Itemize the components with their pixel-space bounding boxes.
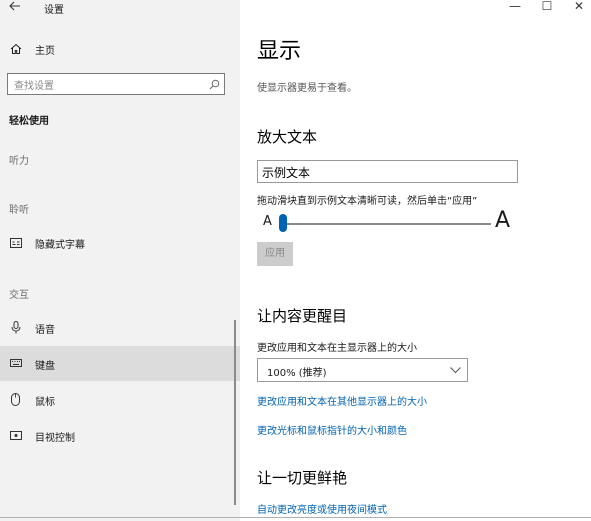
apply-button[interactable]: 应用 <box>257 242 293 266</box>
section-heading-brighter: 让一切更鲜艳 <box>257 469 348 487</box>
search-icon[interactable] <box>208 78 220 90</box>
sidebar-item-eye-control[interactable]: 目视控制 <box>0 425 240 447</box>
sidebar-item-label: 主页 <box>35 46 55 57</box>
sidebar-group-interaction: 交互 <box>9 290 29 301</box>
slider-thumb[interactable] <box>279 214 287 232</box>
section-heading-enlarge-text: 放大文本 <box>257 128 318 146</box>
microphone-icon <box>9 320 22 334</box>
scale-dropdown[interactable]: 100% (推荐) <box>257 358 468 382</box>
section-heading-make-bigger: 让内容更醒目 <box>257 307 348 325</box>
page-description: 使显示器更易于查看。 <box>257 83 357 94</box>
sidebar-group-listening: 聆听 <box>9 205 29 216</box>
search-input[interactable] <box>8 76 199 97</box>
sidebar-item-label: 键盘 <box>35 361 55 372</box>
search-box[interactable] <box>7 73 225 97</box>
main-content: — ☐ ✕ 显示 使显示器更易于查看。 放大文本 示例文本 拖动滑块直到示例文本… <box>240 0 591 521</box>
mouse-icon <box>9 392 22 406</box>
sidebar-item-label: 鼠标 <box>35 397 55 408</box>
window-bottom-border <box>0 517 591 518</box>
sidebar-item-mouse[interactable]: 鼠标 <box>0 389 240 411</box>
maximize-button[interactable]: ☐ <box>532 0 562 14</box>
window-title: 设置 <box>44 5 64 16</box>
chevron-down-icon <box>449 365 461 375</box>
sidebar-item-label: 语音 <box>35 325 55 336</box>
scale-label: 更改应用和文本在主显示器上的大小 <box>257 343 417 354</box>
slider-track[interactable] <box>283 223 491 225</box>
close-button[interactable]: ✕ <box>564 0 591 14</box>
sidebar: 设置 主页 轻松使用 听力 聆听 隐藏式字幕 交互 语音 键盘 <box>0 0 240 521</box>
slider-min-label: A <box>263 214 272 229</box>
sidebar-item-home[interactable]: 主页 <box>0 38 240 60</box>
scale-dropdown-value: 100% (推荐) <box>267 368 327 379</box>
minimize-button[interactable]: — <box>500 0 530 14</box>
keyboard-icon <box>9 358 22 368</box>
sidebar-item-label: 目视控制 <box>35 433 75 444</box>
closed-caption-icon <box>9 237 22 248</box>
sidebar-item-keyboard[interactable]: 键盘 <box>0 346 240 381</box>
sidebar-item-label: 隐藏式字幕 <box>35 240 85 251</box>
sidebar-item-speech[interactable]: 语音 <box>0 317 240 339</box>
sidebar-scrollbar[interactable] <box>234 320 236 505</box>
brightness-link[interactable]: 自动更改亮度或使用夜间模式 <box>257 501 387 516</box>
home-icon <box>9 42 22 55</box>
slider-max-label: A <box>495 208 511 233</box>
sidebar-section-title: 轻松使用 <box>9 116 49 127</box>
back-arrow-icon[interactable] <box>7 0 23 12</box>
link-cursor-size[interactable]: 更改光标和鼠标指针的大小和颜色 <box>257 422 407 437</box>
text-size-slider[interactable]: A A <box>257 207 517 239</box>
link-other-displays[interactable]: 更改应用和文本在其他显示器上的大小 <box>257 393 427 408</box>
sidebar-group-hearing: 听力 <box>9 156 29 167</box>
slider-instruction: 拖动滑块直到示例文本清晰可读，然后单击“应用” <box>257 196 478 207</box>
page-title: 显示 <box>257 39 302 64</box>
sidebar-item-captions[interactable]: 隐藏式字幕 <box>0 232 240 254</box>
eye-control-icon <box>9 430 22 442</box>
sample-text-box: 示例文本 <box>257 160 518 183</box>
